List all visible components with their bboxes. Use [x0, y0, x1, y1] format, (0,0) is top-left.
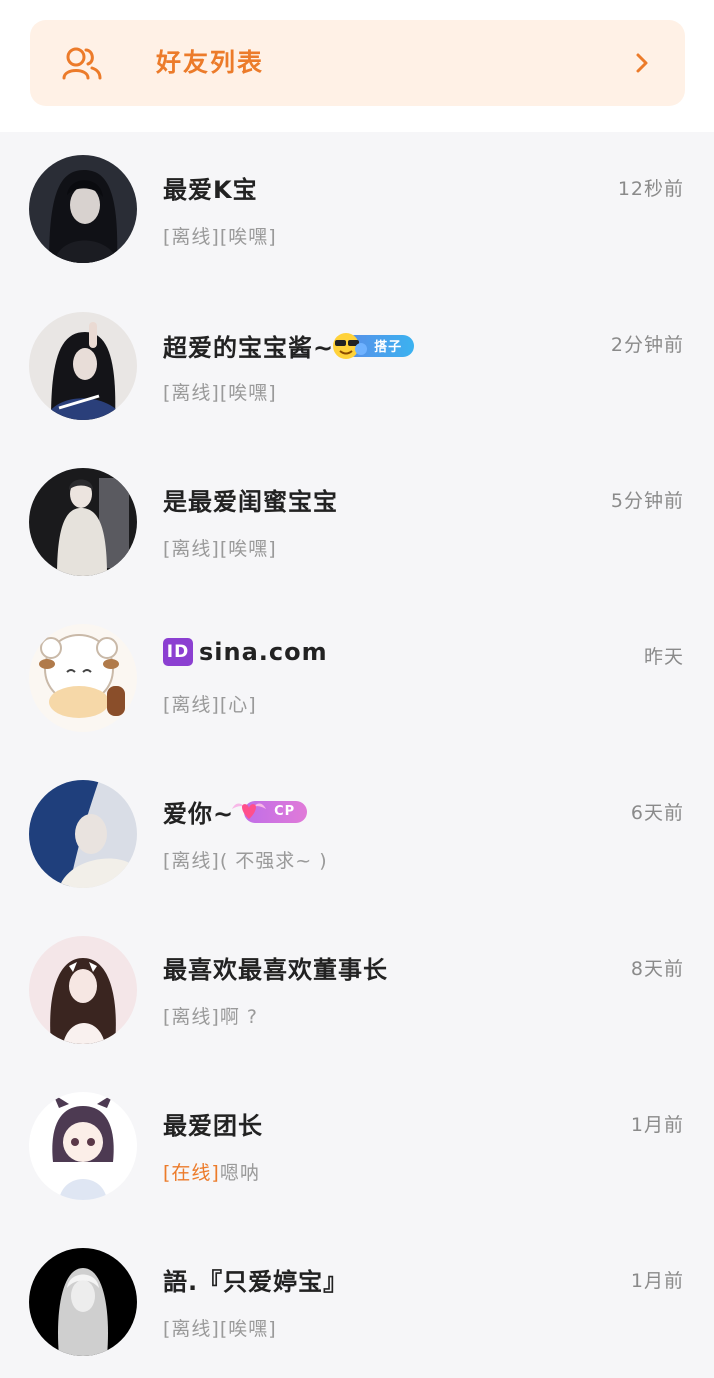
badge-text: CP: [274, 804, 296, 819]
friends-icon: [62, 46, 102, 84]
last-active-time: 6天前: [630, 802, 684, 824]
friend-name: ID sina.com: [163, 638, 328, 666]
friend-row[interactable]: 爱你~ CP 6天前 [离线]( 不强求~ ): [0, 756, 714, 912]
header-area: 好友列表: [0, 0, 714, 132]
signature-text: [唉嘿]: [219, 226, 277, 248]
friend-status-line: [离线][唉嘿]: [163, 1314, 277, 1341]
friend-name-text: 爱你~: [163, 800, 235, 828]
avatar: [29, 468, 137, 576]
friend-list: 最爱K宝 12秒前 [离线][唉嘿] 超爱的宝宝酱~ 搭子 2分钟前 [离线][…: [0, 132, 714, 1378]
friend-row[interactable]: 最爱K宝 12秒前 [离线][唉嘿]: [0, 132, 714, 288]
avatar: [29, 155, 137, 263]
last-active-time: 1月前: [630, 1114, 684, 1136]
friend-row[interactable]: 最爱团长 1月前 [在线]嗯呐: [0, 1068, 714, 1224]
friend-name: 最爱团长: [163, 1112, 263, 1140]
status-label: [离线]: [163, 694, 220, 716]
friend-name: 爱你~ CP: [163, 794, 308, 829]
avatar: [29, 936, 137, 1044]
friend-status-line: [离线][唉嘿]: [163, 378, 277, 405]
friend-row[interactable]: ID sina.com 昨天 [离线][心]: [0, 600, 714, 756]
signature-text: [唉嘿]: [219, 1318, 277, 1340]
status-label: [离线]: [163, 850, 220, 872]
status-label: [离线]: [163, 1318, 220, 1340]
friend-row[interactable]: 超爱的宝宝酱~ 搭子 2分钟前 [离线][唉嘿]: [0, 288, 714, 444]
hearts-wings-icon: [232, 803, 267, 819]
last-active-time: 5分钟前: [610, 490, 684, 512]
status-label: [在线]: [163, 1162, 220, 1184]
friend-status-line: [离线][唉嘿]: [163, 222, 277, 249]
friend-status-line: [离线]( 不强求~ ): [163, 846, 328, 873]
avatar: [29, 1092, 137, 1200]
status-label: [离线]: [163, 1006, 220, 1028]
friend-status-line: [在线]嗯呐: [163, 1158, 260, 1185]
avatar: [29, 780, 137, 888]
friend-name: 語.『只爱婷宝』: [163, 1268, 349, 1296]
status-label: [离线]: [163, 226, 220, 248]
last-active-time: 1月前: [630, 1270, 684, 1292]
friend-name: 是最爱闺蜜宝宝: [163, 488, 338, 516]
relationship-badge: 搭子: [333, 332, 415, 359]
avatar: [29, 312, 137, 420]
friend-name: 最爱K宝: [163, 176, 258, 204]
friend-name-text: 超爱的宝宝酱~: [163, 334, 335, 362]
badge-text: 搭子: [374, 340, 403, 355]
last-active-time: 8天前: [630, 958, 684, 980]
status-label: [离线]: [163, 538, 220, 560]
signature-text: 啊 ?: [219, 1006, 258, 1028]
cool-emoji-icon: [333, 332, 368, 359]
friend-list-title: 好友列表: [156, 48, 265, 77]
signature-text: ( 不强求~ ): [219, 850, 328, 872]
signature-text: [心]: [219, 694, 257, 716]
signature-text: [唉嘿]: [219, 382, 277, 404]
id-icon: ID: [163, 638, 193, 666]
friend-status-line: [离线]啊 ?: [163, 1002, 258, 1029]
friend-row[interactable]: 是最爱闺蜜宝宝 5分钟前 [离线][唉嘿]: [0, 444, 714, 600]
friend-row[interactable]: 最喜欢最喜欢董事长 8天前 [离线]啊 ?: [0, 912, 714, 1068]
last-active-time: 昨天: [643, 646, 684, 668]
friend-status-line: [离线][唉嘿]: [163, 534, 277, 561]
friend-row[interactable]: 語.『只爱婷宝』 1月前 [离线][唉嘿]: [0, 1224, 714, 1378]
status-label: [离线]: [163, 382, 220, 404]
chevron-right-icon: [635, 52, 649, 78]
signature-text: [唉嘿]: [219, 538, 277, 560]
friend-status-line: [离线][心]: [163, 690, 257, 717]
avatar: [29, 1248, 137, 1356]
signature-text: 嗯呐: [219, 1162, 260, 1184]
friend-list-entry[interactable]: 好友列表: [30, 20, 685, 106]
friend-name: 超爱的宝宝酱~ 搭子: [163, 328, 415, 363]
relationship-badge: CP: [232, 800, 308, 823]
friend-name: 最喜欢最喜欢董事长: [163, 956, 388, 984]
last-active-time: 2分钟前: [610, 334, 684, 356]
friend-name-text: sina.com: [199, 638, 328, 666]
last-active-time: 12秒前: [617, 178, 684, 200]
avatar: [29, 624, 137, 732]
